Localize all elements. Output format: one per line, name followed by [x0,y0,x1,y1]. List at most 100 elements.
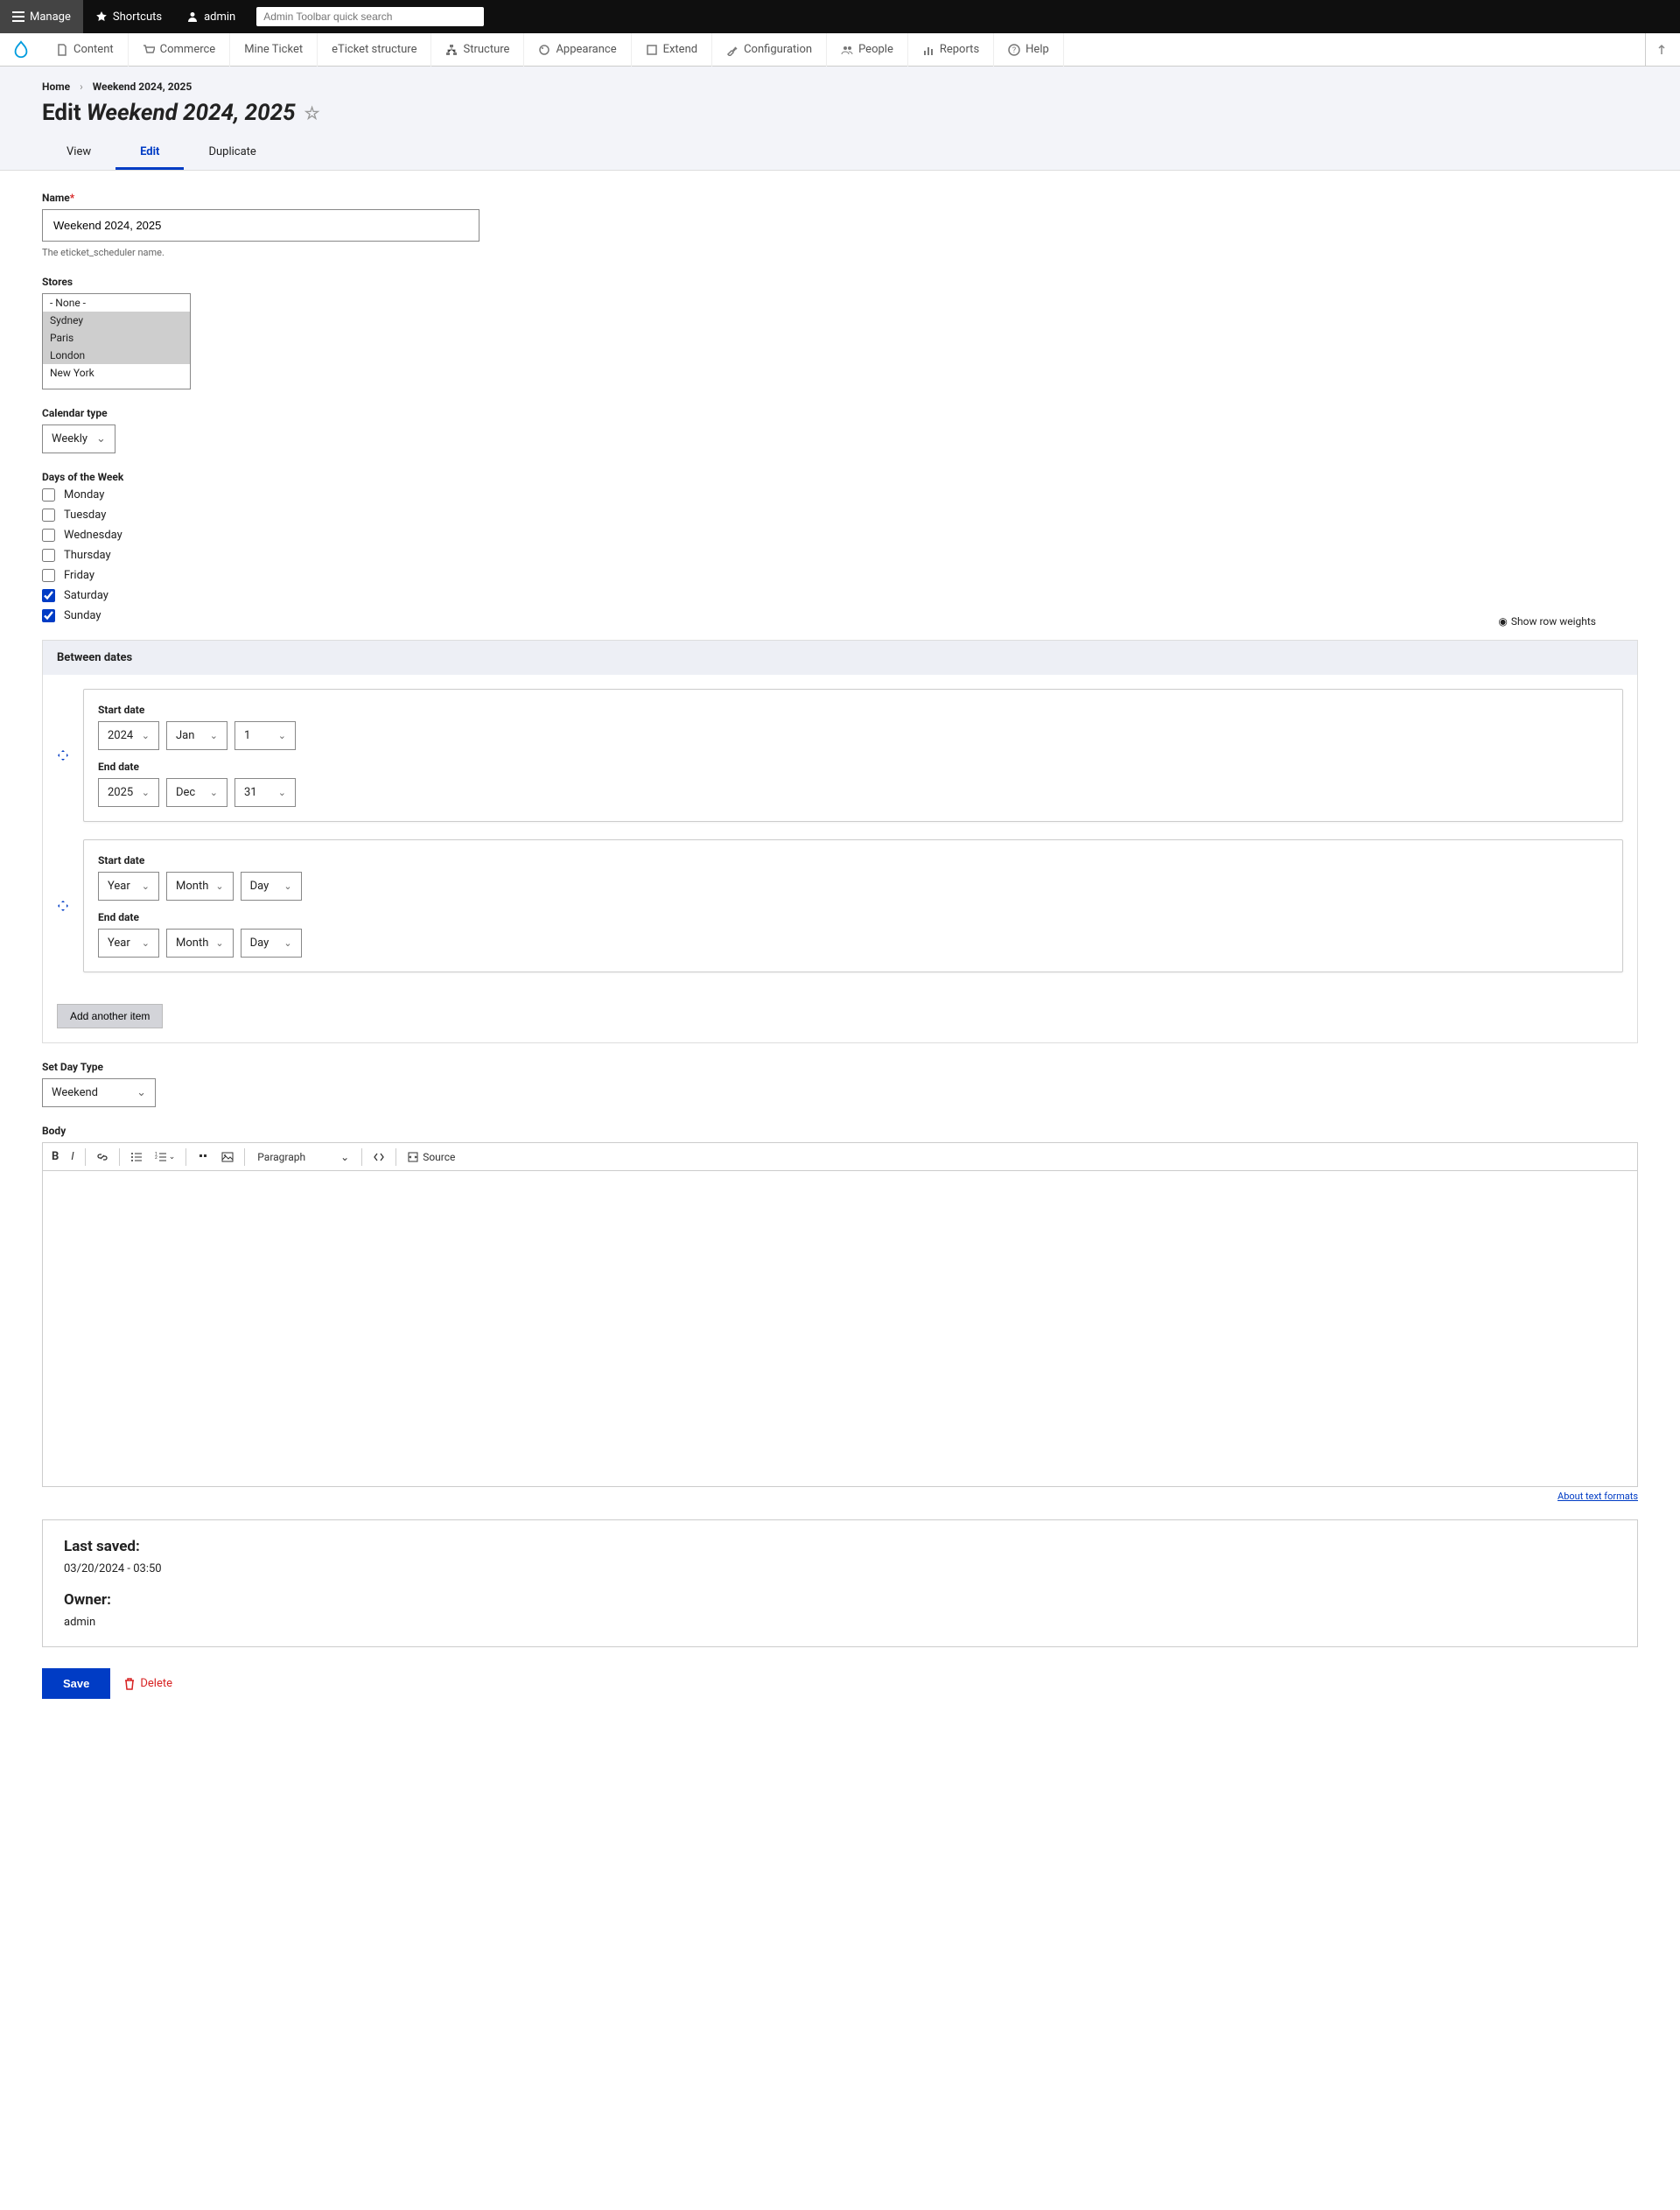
field-name: Name* The eticket_scheduler name. [42,192,1638,258]
store-option-paris[interactable]: Paris [43,329,190,347]
chevron-down-icon: ⌄ [278,787,286,798]
menu-help[interactable]: ?Help [994,33,1064,67]
start-date-year-select[interactable]: 2024⌄ [98,721,159,750]
body-editor: B I 12⌄ Paragraph ⌄ Source [42,1142,1638,1487]
menu-reports[interactable]: Reports [908,33,994,67]
start-date-month-select[interactable]: Jan⌄ [166,721,228,750]
bold-button[interactable]: B [46,1147,64,1167]
start-date-day-select[interactable]: 1⌄ [234,721,296,750]
day-checkbox-thursday[interactable] [42,549,55,562]
day-label: Friday [64,569,94,582]
link-button[interactable] [91,1147,114,1167]
day-checkbox-saturday[interactable] [42,589,55,602]
field-stores: Stores - None - Sydney Paris London New … [42,276,1638,389]
start-date-label: Start date [98,854,1608,866]
menu-appearance[interactable]: Appearance [524,33,631,67]
menu-extend[interactable]: Extend [632,33,713,67]
day-checkbox-sunday[interactable] [42,609,55,622]
manage-label: Manage [30,11,71,24]
field-body: Body B I 12⌄ Paragraph ⌄ [42,1125,1638,1502]
eye-icon: ◉ [1498,615,1507,628]
end-date-day-select[interactable]: 31⌄ [234,778,296,807]
end-date-year-select[interactable]: Year⌄ [98,929,159,958]
end-date-day-select[interactable]: Day⌄ [241,929,302,958]
tab-view[interactable]: View [42,137,116,170]
trash-icon [124,1678,135,1690]
tab-edit[interactable]: Edit [116,137,184,170]
shortcuts-link[interactable]: Shortcuts [83,0,174,33]
add-another-item-button[interactable]: Add another item [57,1004,163,1028]
end-date-month-select[interactable]: Month⌄ [166,929,234,958]
calendar-type-label: Calendar type [42,407,1638,419]
bulleted-list-button[interactable] [125,1147,148,1167]
source-button[interactable]: Source [402,1147,460,1167]
tab-duplicate[interactable]: Duplicate [184,137,280,170]
menu-commerce[interactable]: Commerce [129,33,231,67]
italic-button[interactable]: I [66,1147,79,1167]
paint-icon [538,44,550,56]
day-label: Tuesday [64,509,106,522]
day-row-wednesday: Wednesday [42,529,1638,542]
menu-eticket-structure[interactable]: eTicket structure [318,33,431,67]
drupal-logo[interactable] [0,33,42,67]
last-saved-label: Last saved: [64,1538,1616,1555]
day-row-monday: Monday [42,488,1638,502]
day-checkbox-monday[interactable] [42,488,55,502]
owner-label: Owner: [64,1591,1616,1609]
day-checkbox-tuesday[interactable] [42,509,55,522]
paragraph-format-select[interactable]: Paragraph ⌄ [250,1147,356,1167]
delete-button[interactable]: Delete [124,1677,172,1690]
breadcrumb-home[interactable]: Home [42,81,70,93]
numbered-list-button[interactable]: 12⌄ [150,1147,181,1167]
blockquote-button[interactable] [192,1147,214,1167]
menu-mine-ticket[interactable]: Mine Ticket [230,33,318,67]
end-date-year-select[interactable]: 2025⌄ [98,778,159,807]
save-button[interactable]: Save [42,1668,110,1699]
drag-handle-icon[interactable] [57,749,83,761]
day-checkbox-friday[interactable] [42,569,55,582]
about-text-formats-link[interactable]: About text formats [1558,1491,1638,1502]
chevron-down-icon: ⌄ [142,730,150,741]
toolbar-orientation-toggle[interactable] [1645,33,1680,67]
star-outline-icon[interactable]: ☆ [304,102,320,123]
page-title: Edit Weekend 2024, 2025 ☆ [42,100,1638,126]
day-checkbox-wednesday[interactable] [42,529,55,542]
end-date-month-select[interactable]: Dec⌄ [166,778,228,807]
show-row-weights-link[interactable]: ◉ Show row weights [1498,615,1596,628]
breadcrumb-separator: › [80,81,83,93]
stores-listbox[interactable]: - None - Sydney Paris London New York [42,293,191,389]
day-label: Sunday [64,609,102,622]
day-type-label: Set Day Type [42,1061,1638,1073]
admin-user-label: admin [204,11,235,24]
day-type-select[interactable]: Weekend ⌄ [42,1078,156,1107]
store-option-newyork[interactable]: New York [43,364,190,382]
drag-handle-icon[interactable] [57,900,83,912]
editor-content-area[interactable] [43,1171,1637,1486]
toolbar-search-input[interactable] [256,7,484,26]
chevron-down-icon: ⌄ [142,937,150,949]
menu-content[interactable]: Content [42,33,129,67]
name-input[interactable] [42,209,480,242]
start-date-month-select[interactable]: Month⌄ [166,872,234,901]
image-button[interactable] [216,1147,239,1167]
start-date-year-select[interactable]: Year⌄ [98,872,159,901]
hierarchy-icon [445,44,458,56]
store-option-london[interactable]: London [43,347,190,364]
start-date-day-select[interactable]: Day⌄ [241,872,302,901]
manage-toggle[interactable]: Manage [0,0,83,33]
store-option-none[interactable]: - None - [43,294,190,312]
store-option-sydney[interactable]: Sydney [43,312,190,329]
admin-user-link[interactable]: admin [174,0,248,33]
day-row-sunday: Sunday [42,609,1638,622]
people-icon [841,44,853,56]
chevron-down-icon: ⌄ [96,432,106,446]
menu-people[interactable]: People [827,33,908,67]
chevron-down-icon: ⌄ [210,787,218,798]
menu-structure[interactable]: Structure [431,33,524,67]
menu-configuration[interactable]: Configuration [712,33,827,67]
calendar-type-select[interactable]: Weekly ⌄ [42,424,116,453]
day-row-thursday: Thursday [42,549,1638,562]
code-button[interactable] [368,1147,390,1167]
end-date-label: End date [98,761,1608,773]
editor-toolbar: B I 12⌄ Paragraph ⌄ Source [43,1143,1637,1171]
